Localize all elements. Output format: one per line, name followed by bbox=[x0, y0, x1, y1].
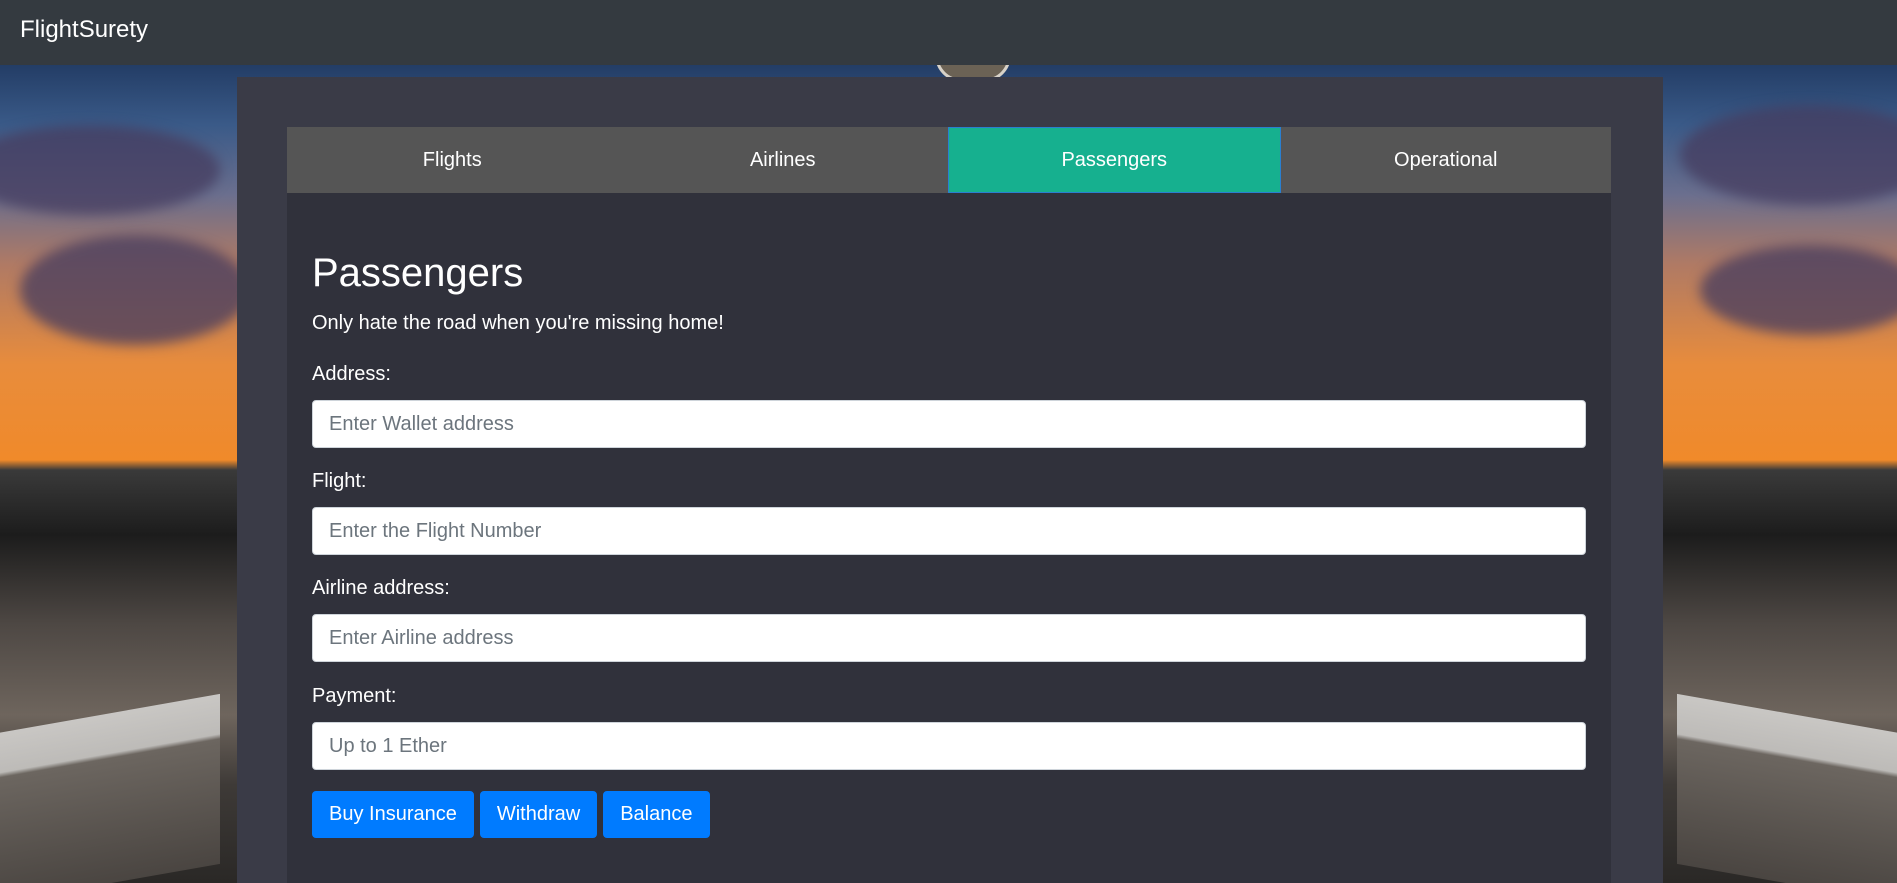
tab-bar: Flights Airlines Passengers Operational bbox=[287, 127, 1611, 193]
airline-address-label: Airline address: bbox=[312, 577, 450, 599]
flight-label: Flight: bbox=[312, 470, 367, 492]
payment-label: Payment: bbox=[312, 685, 397, 707]
withdraw-button[interactable]: Withdraw bbox=[479, 791, 598, 838]
tab-operational[interactable]: Operational bbox=[1280, 127, 1611, 193]
cloud-decoration bbox=[20, 235, 250, 345]
runway-decoration bbox=[1677, 693, 1897, 883]
tab-passengers[interactable]: Passengers bbox=[948, 127, 1281, 193]
payment-input[interactable] bbox=[312, 722, 1586, 770]
wallet-address-input[interactable] bbox=[312, 400, 1586, 448]
runway-decoration bbox=[0, 693, 220, 883]
balance-button[interactable]: Balance bbox=[603, 791, 710, 838]
action-buttons: Buy Insurance Withdraw Balance bbox=[312, 791, 710, 838]
page-title: Passengers bbox=[312, 251, 524, 295]
cloud-decoration bbox=[1680, 105, 1897, 205]
buy-insurance-button[interactable]: Buy Insurance bbox=[312, 791, 474, 838]
tab-flights[interactable]: Flights bbox=[287, 127, 618, 193]
cloud-decoration bbox=[0, 125, 220, 215]
brand-logo-text[interactable]: FlightSurety bbox=[20, 14, 148, 46]
flight-number-input[interactable] bbox=[312, 507, 1586, 555]
passengers-content: Passengers Only hate the road when you'r… bbox=[287, 193, 1611, 883]
navbar: FlightSurety bbox=[0, 0, 1897, 65]
main-panel: Flights Airlines Passengers Operational … bbox=[237, 77, 1663, 883]
tab-airlines[interactable]: Airlines bbox=[617, 127, 948, 193]
page-subtitle: Only hate the road when you're missing h… bbox=[312, 312, 724, 334]
address-label: Address: bbox=[312, 363, 391, 385]
cloud-decoration bbox=[1700, 245, 1897, 335]
airline-address-input[interactable] bbox=[312, 614, 1586, 662]
